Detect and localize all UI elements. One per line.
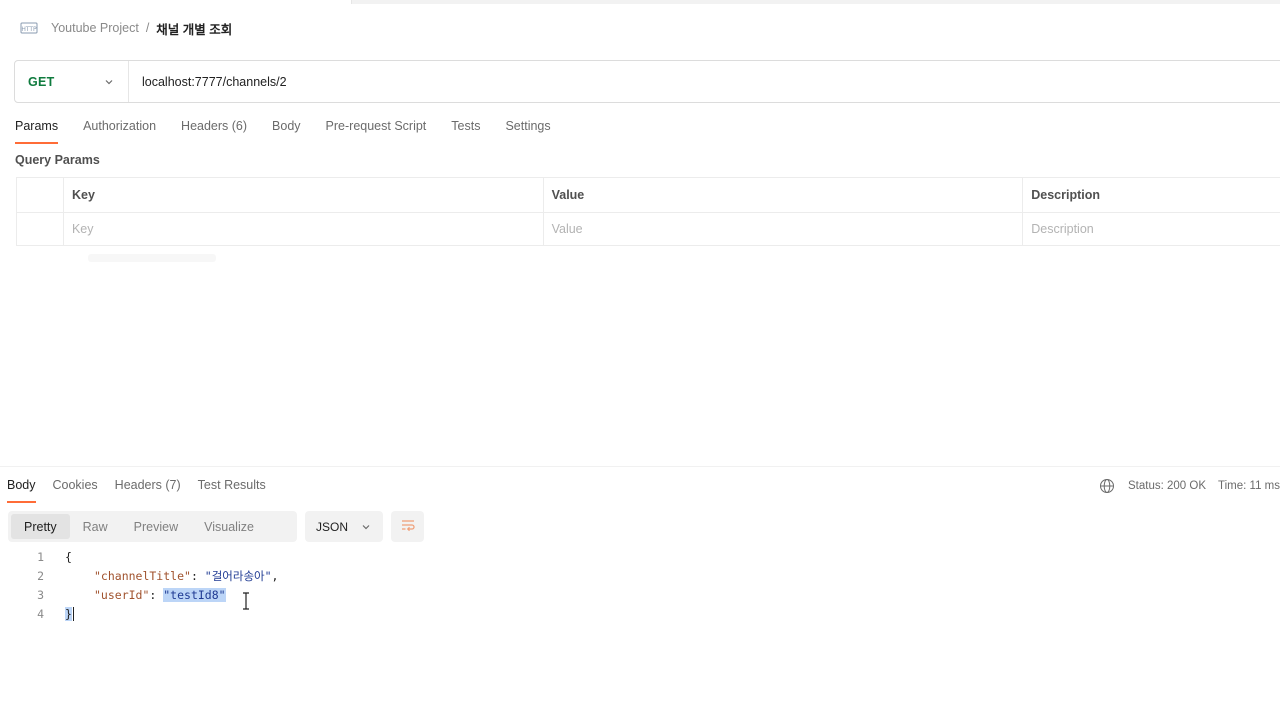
key-input[interactable]: Key xyxy=(64,213,544,245)
format-toggle-group: Pretty Raw Preview Visualize xyxy=(8,511,297,542)
checkbox-column-header xyxy=(17,178,64,212)
json-key: "userId" xyxy=(94,587,150,602)
wrap-lines-icon xyxy=(400,518,416,535)
breadcrumb-current[interactable]: 채널 개별 조회 xyxy=(156,19,232,38)
line-number: 1 xyxy=(37,549,44,564)
key-column-header: Key xyxy=(64,178,544,212)
value-input[interactable]: Value xyxy=(544,213,1024,245)
request-tabs: Params Authorization Headers (6) Body Pr… xyxy=(15,118,576,144)
line-number: 3 xyxy=(37,587,44,602)
json-colon: : xyxy=(190,568,205,583)
params-header-row: Key Value Description xyxy=(16,178,1280,212)
line-number: 2 xyxy=(37,568,44,583)
pane-divider[interactable] xyxy=(0,466,1280,467)
response-status: Status: 200 OK Time: 11 ms xyxy=(1099,477,1280,494)
wrap-lines-button[interactable] xyxy=(391,511,424,542)
response-tab-test-results[interactable]: Test Results xyxy=(198,477,266,503)
params-new-row: Key Value Description xyxy=(16,212,1280,245)
tab-pre-request-script[interactable]: Pre-request Script xyxy=(326,118,427,144)
method-label: GET xyxy=(28,74,55,89)
language-select[interactable]: JSON xyxy=(305,511,383,542)
code-line: 1 { xyxy=(0,547,1280,566)
text-caret xyxy=(72,606,74,621)
response-tab-body[interactable]: Body xyxy=(7,477,36,503)
response-tab-cookies[interactable]: Cookies xyxy=(53,477,98,503)
format-visualize-button[interactable]: Visualize xyxy=(191,514,267,539)
language-label: JSON xyxy=(316,519,349,534)
json-key: "channelTitle" xyxy=(94,568,191,583)
json-value-selected: "testId8" xyxy=(163,587,226,602)
tab-params[interactable]: Params xyxy=(15,118,59,144)
params-table: Key Value Description Key Value Descript… xyxy=(16,177,1280,246)
description-column-header: Description xyxy=(1031,188,1100,202)
globe-icon[interactable] xyxy=(1099,478,1115,494)
code-line: 3 "userId": "testId8" xyxy=(0,585,1280,604)
response-tabs: Body Cookies Headers (7) Test Results xyxy=(7,477,283,503)
json-colon: : xyxy=(149,587,164,602)
ghost-placeholder xyxy=(88,254,216,262)
response-body-editor[interactable]: 1 { 2 "channelTitle": "걸어라송아", 3 "userId… xyxy=(0,547,1280,623)
tab-headers[interactable]: Headers (6) xyxy=(181,118,247,144)
url-input[interactable] xyxy=(142,74,1042,89)
status-code[interactable]: Status: 200 OK xyxy=(1128,480,1206,492)
tab-authorization[interactable]: Authorization xyxy=(83,118,156,144)
tab-body[interactable]: Body xyxy=(272,118,301,144)
format-preview-button[interactable]: Preview xyxy=(121,514,191,539)
format-pretty-button[interactable]: Pretty xyxy=(11,514,70,539)
ibeam-cursor-icon xyxy=(242,592,250,610)
chevron-down-icon xyxy=(361,522,371,532)
json-comma: , xyxy=(271,568,279,583)
tab-settings[interactable]: Settings xyxy=(505,118,550,144)
tab-tests[interactable]: Tests xyxy=(451,118,480,144)
svg-text:HTTP: HTTP xyxy=(21,26,37,33)
json-brace: } xyxy=(65,606,72,621)
response-tab-headers[interactable]: Headers (7) xyxy=(115,477,181,503)
breadcrumb: HTTP Youtube Project / 채널 개별 조회 xyxy=(20,18,232,38)
json-value: "걸어라송아" xyxy=(204,568,272,583)
breadcrumb-project[interactable]: Youtube Project xyxy=(51,21,139,35)
format-raw-button[interactable]: Raw xyxy=(70,514,121,539)
response-time[interactable]: Time: 11 ms xyxy=(1218,480,1280,492)
breadcrumb-separator: / xyxy=(145,21,150,35)
chevron-down-icon xyxy=(104,77,114,87)
row-checkbox-cell xyxy=(17,213,64,245)
code-line: 4 } xyxy=(0,604,1280,623)
description-input[interactable]: Description xyxy=(1023,213,1280,245)
value-column-header: Value xyxy=(544,178,1024,212)
top-tab-strip xyxy=(0,0,1280,4)
json-brace: { xyxy=(65,549,72,564)
query-params-title: Query Params xyxy=(15,153,100,167)
method-select[interactable]: GET xyxy=(15,61,129,102)
active-tab[interactable] xyxy=(0,0,352,4)
code-line: 2 "channelTitle": "걸어라송아", xyxy=(0,566,1280,585)
http-icon: HTTP xyxy=(20,21,38,35)
line-number: 4 xyxy=(37,606,44,621)
url-bar: GET xyxy=(14,60,1280,103)
